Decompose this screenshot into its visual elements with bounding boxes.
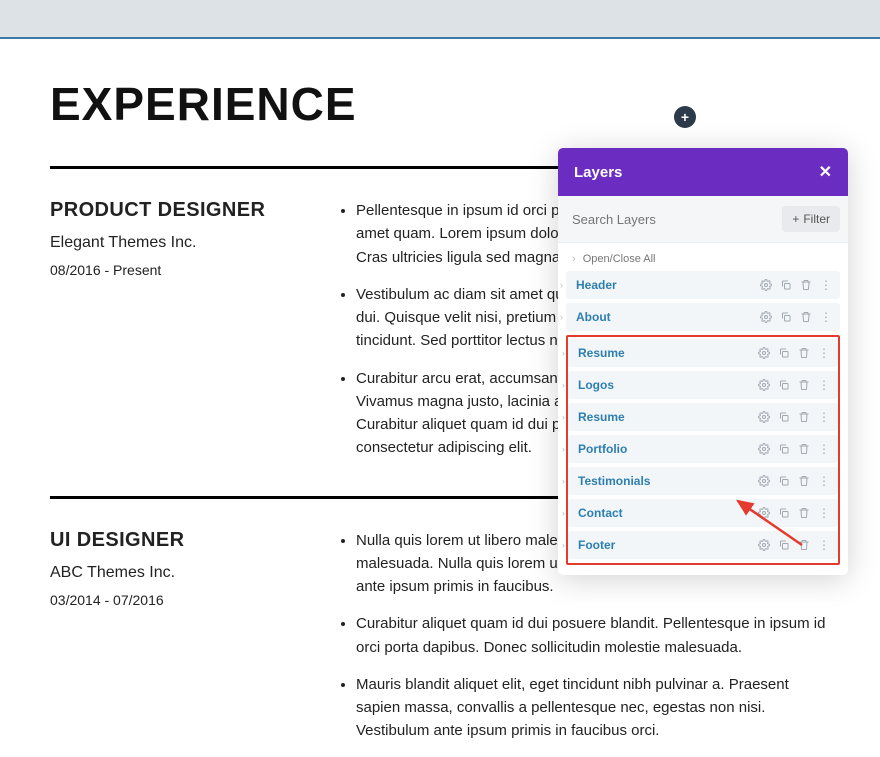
job-dates: 03/2014 - 07/2016 xyxy=(50,592,310,608)
panel-header: Layers ✕ xyxy=(558,148,848,196)
duplicate-icon[interactable] xyxy=(778,379,790,391)
layer-name[interactable]: Header xyxy=(574,278,617,292)
layers-panel: Layers ✕ + Filter › Open/Close All › Head… xyxy=(558,148,848,575)
layer-item[interactable]: ›Resume⋮ xyxy=(568,339,838,367)
add-button[interactable]: + xyxy=(674,106,696,128)
filter-button[interactable]: + Filter xyxy=(782,206,840,232)
open-close-all[interactable]: › Open/Close All xyxy=(558,243,848,271)
layer-list: › Header ⋮ › About ⋮ › Resume ⋮ › Logos ⋮ › Resume ⋮ ›… xyxy=(558,271,848,575)
more-icon[interactable]: ⋮ xyxy=(818,378,830,392)
gear-icon[interactable] xyxy=(758,347,770,359)
more-icon[interactable]: ⋮ xyxy=(818,346,830,360)
gear-icon[interactable] xyxy=(758,475,770,487)
gear-icon[interactable] xyxy=(758,411,770,423)
chevron-icon: › xyxy=(562,412,565,422)
gear-icon[interactable] xyxy=(760,311,772,323)
job-bullet: Mauris blandit aliquet elit, eget tincid… xyxy=(356,673,830,743)
more-icon[interactable]: ⋮ xyxy=(818,410,830,424)
trash-icon[interactable] xyxy=(800,311,812,323)
trash-icon[interactable] xyxy=(798,507,810,519)
chevron-icon: › xyxy=(562,444,565,454)
job-bullet: Curabitur aliquet quam id dui posuere bl… xyxy=(356,612,830,659)
chevron-icon: › xyxy=(560,312,563,322)
layer-item[interactable]: ›Footer⋮ xyxy=(568,531,838,559)
trash-icon[interactable] xyxy=(798,539,810,551)
duplicate-icon[interactable] xyxy=(778,507,790,519)
more-icon[interactable]: ⋮ xyxy=(818,442,830,456)
duplicate-icon[interactable] xyxy=(778,539,790,551)
layer-item[interactable]: ›Contact⋮ xyxy=(568,499,838,527)
toggle-label: Open/Close All xyxy=(583,253,656,265)
job-meta: PRODUCT DESIGNER Elegant Themes Inc. 08/… xyxy=(50,199,310,474)
job-meta: UI DESIGNER ABC Themes Inc. 03/2014 - 07… xyxy=(50,529,310,757)
more-icon[interactable]: ⋮ xyxy=(818,538,830,552)
trash-icon[interactable] xyxy=(798,443,810,455)
layer-name[interactable]: Portfolio xyxy=(576,442,627,456)
job-dates: 08/2016 - Present xyxy=(50,262,310,278)
gear-icon[interactable] xyxy=(758,443,770,455)
duplicate-icon[interactable] xyxy=(778,475,790,487)
job-company: ABC Themes Inc. xyxy=(50,564,310,582)
duplicate-icon[interactable] xyxy=(780,311,792,323)
layer-name[interactable]: Contact xyxy=(576,506,623,520)
job-title: UI DESIGNER xyxy=(50,529,310,552)
trash-icon[interactable] xyxy=(798,379,810,391)
chevron-icon: › xyxy=(572,253,576,265)
highlighted-layers: ›Resume⋮›Logos⋮›Resume⋮›Portfolio⋮›Testi… xyxy=(566,335,840,565)
plus-icon: + xyxy=(792,212,799,226)
layer-name[interactable]: Testimonials xyxy=(576,474,650,488)
more-icon[interactable]: ⋮ xyxy=(818,474,830,488)
layer-name[interactable]: Footer xyxy=(576,538,615,552)
chevron-icon: › xyxy=(562,540,565,550)
panel-title: Layers xyxy=(574,164,622,181)
more-icon[interactable]: ⋮ xyxy=(818,506,830,520)
layer-item[interactable]: ›Portfolio⋮ xyxy=(568,435,838,463)
chevron-icon: › xyxy=(562,508,565,518)
chevron-icon: › xyxy=(562,348,565,358)
duplicate-icon[interactable] xyxy=(780,279,792,291)
layer-name[interactable]: About xyxy=(574,310,611,324)
trash-icon[interactable] xyxy=(798,475,810,487)
search-input[interactable] xyxy=(572,212,782,227)
layer-item[interactable]: ›Resume⋮ xyxy=(568,403,838,431)
duplicate-icon[interactable] xyxy=(778,347,790,359)
duplicate-icon[interactable] xyxy=(778,443,790,455)
gear-icon[interactable] xyxy=(758,507,770,519)
close-icon[interactable]: ✕ xyxy=(819,162,832,182)
layer-name[interactable]: Resume xyxy=(576,410,625,424)
duplicate-icon[interactable] xyxy=(778,411,790,423)
layer-item[interactable]: ›Testimonials⋮ xyxy=(568,467,838,495)
gear-icon[interactable] xyxy=(760,279,772,291)
panel-search-row: + Filter xyxy=(558,196,848,243)
chevron-icon: › xyxy=(562,380,565,390)
layer-item[interactable]: ›Logos⋮ xyxy=(568,371,838,399)
job-title: PRODUCT DESIGNER xyxy=(50,199,310,222)
chevron-icon: › xyxy=(562,476,565,486)
filter-label: Filter xyxy=(803,212,830,226)
layer-item[interactable]: ›Header⋮ xyxy=(566,271,840,299)
trash-icon[interactable] xyxy=(800,279,812,291)
layer-name[interactable]: Logos xyxy=(576,378,614,392)
app-topbar xyxy=(0,0,880,37)
gear-icon[interactable] xyxy=(758,379,770,391)
gear-icon[interactable] xyxy=(758,539,770,551)
layer-name[interactable]: Resume xyxy=(576,346,625,360)
job-company: Elegant Themes Inc. xyxy=(50,234,310,252)
layer-item[interactable]: ›About⋮ xyxy=(566,303,840,331)
section-heading: EXPERIENCE xyxy=(50,77,830,131)
plus-icon: + xyxy=(681,109,689,125)
trash-icon[interactable] xyxy=(798,411,810,423)
more-icon[interactable]: ⋮ xyxy=(820,278,832,292)
trash-icon[interactable] xyxy=(798,347,810,359)
more-icon[interactable]: ⋮ xyxy=(820,310,832,324)
chevron-icon: › xyxy=(560,280,563,290)
